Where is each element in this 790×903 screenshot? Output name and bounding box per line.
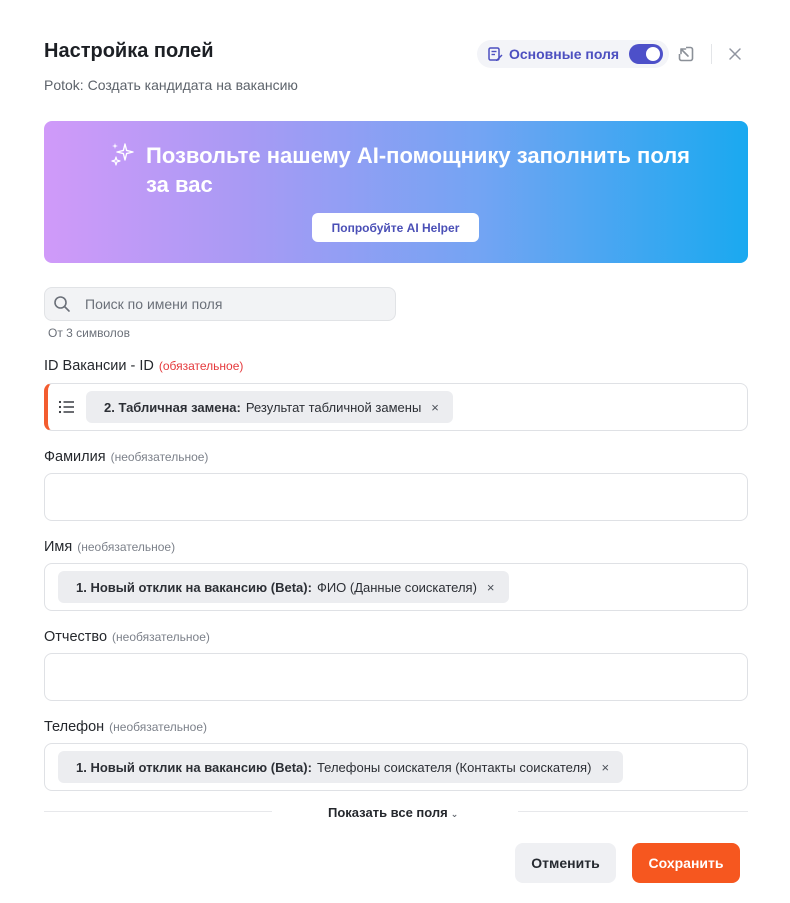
ai-banner-headline: Позвольте нашему AI-помощнику заполнить … [146,143,691,197]
form-edit-icon [488,47,503,61]
ai-helper-banner: Позвольте нашему AI-помощнику заполнить … [44,121,748,263]
field-search[interactable] [44,287,396,321]
chip-source: 1. Новый отклик на вакансию (Beta): [76,759,312,775]
optional-tag: (необязательное) [109,720,208,734]
remove-chip-button[interactable]: × [601,760,609,775]
field-name: Фамилия [44,449,106,465]
field-input-phone[interactable]: 1. Новый отклик на вакансию (Beta): Теле… [44,743,748,791]
search-input[interactable] [85,296,385,312]
required-tag: (обязательное) [158,359,244,373]
field-input-last-name[interactable] [44,473,748,521]
field-input-first-name[interactable]: 1. Новый отклик на вакансию (Beta): ФИО … [44,563,748,611]
main-fields-label: Основные поля [509,46,620,62]
chip-value: ФИО (Данные соискателя) [316,579,477,595]
remove-chip-button[interactable]: × [431,400,439,415]
mapped-value-chip: 1. Новый отклик на вакансию (Beta): Теле… [58,751,624,783]
chip-value: Телефоны соискателя (Контакты соискателя… [316,759,592,775]
remove-chip-button[interactable]: × [487,580,495,595]
search-icon [54,296,70,312]
field-name: Телефон [44,719,105,735]
header-divider [711,44,712,64]
main-fields-switch[interactable] [629,44,664,64]
search-hint: От 3 символов [48,326,130,340]
field-label-vacancy-id: ID Вакансии - ID (обязательное) [44,358,243,374]
field-label-middle-name: Отчество (необязательное) [44,629,210,645]
chevron-down-icon: ⌄ [450,809,459,819]
list-icon [58,400,74,414]
field-name: Отчество [44,629,108,645]
show-all-label: Показать все поля [328,805,448,820]
close-icon [729,48,741,60]
mapped-value-chip: 2. Табличная замена: Результат табличной… [86,391,453,423]
divider-left [44,811,272,812]
field-input-vacancy-id[interactable]: 2. Табличная замена: Результат табличной… [44,383,748,431]
divider-right [518,811,748,812]
close-button[interactable] [725,44,745,64]
page-subtitle: Potok: Создать кандидата на вакансию [44,77,298,93]
chip-source: 2. Табличная замена: [104,399,241,415]
popout-button[interactable] [676,44,696,64]
cancel-button[interactable]: Отменить [515,843,616,883]
chip-value: Результат табличной замены [245,399,422,415]
field-name: Имя [44,539,73,555]
optional-tag: (необязательное) [77,540,176,554]
save-button[interactable]: Сохранить [632,843,740,883]
sparkle-icon [111,143,134,166]
field-label-first-name: Имя (необязательное) [44,539,175,555]
field-name: ID Вакансии - ID [44,358,154,374]
optional-tag: (необязательное) [110,450,209,464]
page-title: Настройка полей [44,40,214,62]
popout-icon [678,46,694,62]
show-all-fields-button[interactable]: Показать все поля ⌄ [328,805,458,820]
field-label-last-name: Фамилия (необязательное) [44,449,208,465]
main-fields-toggle[interactable]: Основные поля [477,40,670,68]
chip-source: 1. Новый отклик на вакансию (Beta): [76,579,312,595]
try-ai-helper-button[interactable]: Попробуйте AI Helper [312,213,479,242]
switch-knob [646,47,661,61]
optional-tag: (необязательное) [112,630,210,644]
mapped-value-chip: 1. Новый отклик на вакансию (Beta): ФИО … [58,571,509,603]
field-label-phone: Телефон (необязательное) [44,719,207,735]
field-input-middle-name[interactable] [44,653,748,701]
